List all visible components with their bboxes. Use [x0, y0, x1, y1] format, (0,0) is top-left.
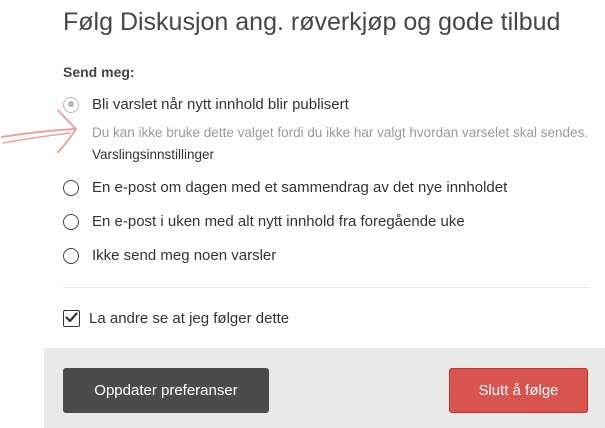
option-label: Bli varslet når nytt innhold blir publis…	[92, 96, 349, 113]
radio-daily-digest[interactable]	[63, 179, 79, 196]
radio-no-notifications[interactable]	[63, 247, 79, 264]
option-help-text: Du kan ikke bruke dette valget fordi du …	[92, 122, 592, 166]
checkmark-icon	[65, 312, 78, 323]
radio-notify-on-publish[interactable]	[63, 96, 79, 113]
page-title: Følg Diskusjon ang. røverkjøp og gode ti…	[63, 8, 561, 36]
show-following-checkbox[interactable]	[63, 310, 80, 327]
option-label: En e-post om dagen med et sammendrag av …	[92, 179, 508, 196]
send-me-label: Send meg:	[63, 64, 135, 80]
divider	[63, 287, 589, 288]
radio-weekly-digest[interactable]	[63, 213, 79, 230]
show-following-label: La andre se at jeg følger dette	[89, 310, 290, 327]
option-daily-digest[interactable]: En e-post om dagen med et sammendrag av …	[63, 179, 507, 196]
option-label: En e-post i uken med alt nytt innhold fr…	[92, 213, 465, 230]
help-text: Du kan ikke bruke dette valget fordi du …	[92, 125, 589, 140]
notification-settings-link[interactable]: Varslingsinnstillinger	[92, 147, 214, 162]
follow-dialog: Følg Diskusjon ang. røverkjøp og gode ti…	[0, 0, 605, 428]
option-no-notifications[interactable]: Ikke send meg noen varsler	[63, 247, 276, 264]
dialog-footer: Oppdater preferanser Slutt å følge	[44, 348, 605, 428]
option-label: Ikke send meg noen varsler	[92, 247, 277, 264]
update-preferences-button[interactable]: Oppdater preferanser	[63, 368, 269, 413]
option-weekly-digest[interactable]: En e-post i uken med alt nytt innhold fr…	[63, 213, 465, 230]
option-notify-on-publish[interactable]: Bli varslet når nytt innhold blir publis…	[63, 96, 349, 113]
unfollow-button[interactable]: Slutt å følge	[449, 368, 588, 413]
show-following-row[interactable]: La andre se at jeg følger dette	[63, 310, 289, 327]
